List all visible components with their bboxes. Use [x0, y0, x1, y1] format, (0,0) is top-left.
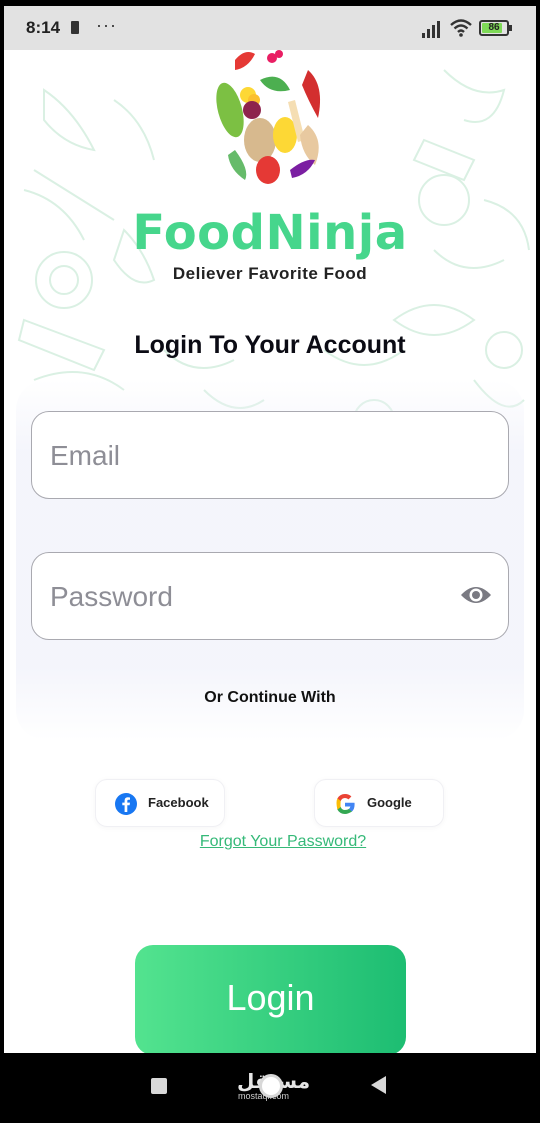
- battery-level: 86: [488, 22, 500, 33]
- facebook-icon: [115, 793, 137, 815]
- wifi-icon: [450, 19, 472, 37]
- brand-tagline: Deliever Favorite Food: [172, 264, 368, 283]
- battery-nub: [509, 25, 512, 31]
- recent-apps-button[interactable]: [151, 1078, 167, 1094]
- facebook-button[interactable]: Facebook: [95, 779, 225, 827]
- signal-icon: [422, 21, 440, 38]
- system-nav-bar: مستقل mostaql.com: [0, 1053, 540, 1123]
- password-input[interactable]: [48, 553, 452, 641]
- device-frame: 8:14 ··· 86 FoodNinja Deliever Favorite …: [0, 0, 540, 1123]
- status-time: 8:14: [26, 18, 61, 37]
- battery-icon: 86: [479, 20, 509, 36]
- battery-saver-icon: [71, 21, 79, 34]
- back-button[interactable]: [371, 1076, 386, 1094]
- status-bar: 8:14 ··· 86: [4, 6, 536, 50]
- brand-name: FoodNinja: [132, 205, 408, 261]
- email-field[interactable]: [31, 411, 509, 500]
- email-input[interactable]: [48, 412, 452, 500]
- facebook-label: Facebook: [148, 795, 209, 810]
- more-notifications-icon: ···: [96, 15, 117, 35]
- password-field[interactable]: [31, 552, 509, 641]
- eye-icon[interactable]: [460, 583, 492, 607]
- google-button[interactable]: Google: [314, 779, 444, 827]
- home-button[interactable]: [259, 1074, 283, 1098]
- page-title: Login To Your Account: [134, 331, 406, 359]
- google-label: Google: [367, 795, 412, 810]
- login-screen: FoodNinja Deliever Favorite Food Login T…: [4, 50, 536, 1053]
- or-continue-label: Or Continue With: [204, 689, 336, 706]
- google-icon: [336, 794, 355, 814]
- forgot-password-link[interactable]: Forgot Your Password?: [4, 833, 536, 851]
- login-button[interactable]: Login: [135, 945, 406, 1053]
- login-button-label: Login: [226, 977, 315, 1018]
- foodninja-logo: [216, 50, 321, 184]
